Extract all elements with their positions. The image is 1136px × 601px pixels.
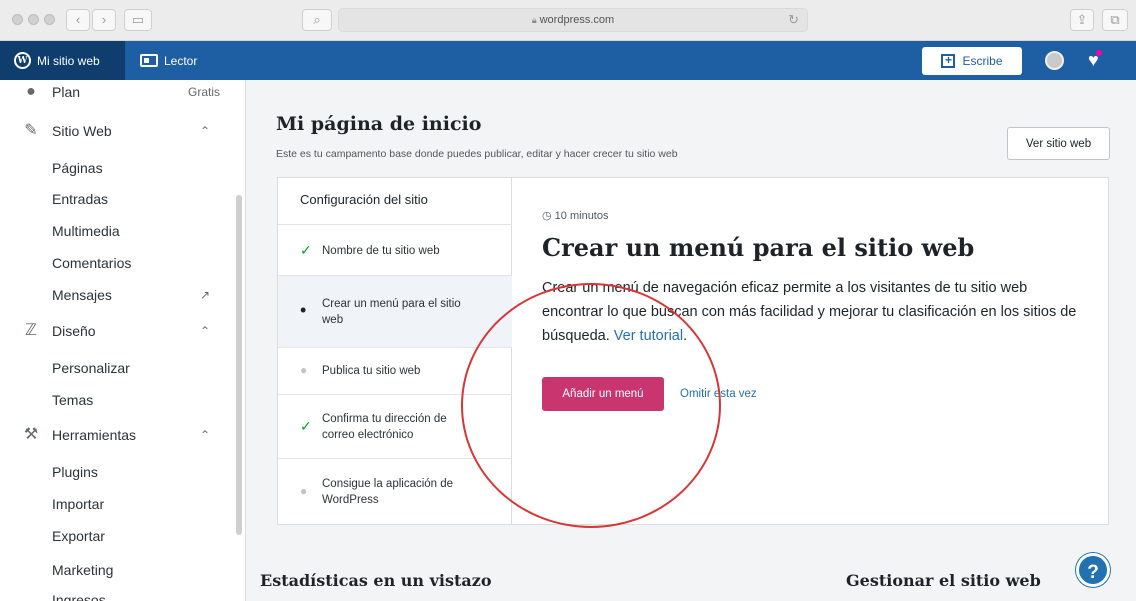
skip-link[interactable]: Omitir esta vez [680, 388, 757, 400]
sidebar-item-plan[interactable]: ● Plan Gratis [0, 80, 236, 108]
view-site-button[interactable]: Ver sitio web [1007, 127, 1110, 160]
sidebar-item-design[interactable]: ℤ Diseño ⌃ [0, 315, 236, 347]
task-detail: ◷ 10 minutos Crear un menú para el sitio… [513, 178, 1108, 524]
tabs-icon[interactable]: ⧉ [1102, 9, 1128, 31]
write-button[interactable]: + Escribe [922, 47, 1022, 75]
sidebar-item-messages[interactable]: Mensajes ↗ [0, 279, 236, 311]
sidebar-item-site[interactable]: ✎ Sitio Web ⌃ [0, 115, 236, 147]
avatar[interactable] [1045, 51, 1064, 70]
sidebar-item-comments[interactable]: Comentarios [52, 255, 131, 271]
sidebar-item-pages[interactable]: Páginas [52, 160, 103, 176]
task-label: Crear un menú para el sitio web [322, 298, 461, 326]
sidebar-item-export[interactable]: Exportar [52, 528, 105, 544]
sidebar-item-tools[interactable]: ⚒ Herramientas ⌃ [0, 419, 236, 451]
task-label: Confirma tu dirección de correo electrón… [322, 413, 447, 441]
sidebar-item-earn[interactable]: Ingresos [52, 592, 106, 601]
sidebar-item-label: Mensajes [52, 287, 112, 303]
task-label: Consigue la aplicación de WordPress [322, 478, 454, 506]
checkmark-icon: ✓ [300, 418, 312, 434]
clock-icon: ◷ [542, 210, 552, 222]
design-icon: ℤ [25, 322, 37, 339]
help-button[interactable]: ? [1076, 553, 1110, 587]
tutorial-link[interactable]: Ver tutorial [614, 328, 683, 344]
task-item-site-name[interactable]: ✓ Nombre de tu sitio web [278, 224, 512, 275]
plan-icon: ● [26, 83, 36, 100]
reload-icon[interactable]: ↻ [788, 9, 799, 31]
sidebar: ● Plan Gratis ✎ Sitio Web ⌃ Páginas Entr… [0, 80, 246, 601]
task-item-get-app[interactable]: ● Consigue la aplicación de WordPress [278, 458, 512, 524]
checklist-heading: Configuración del sitio [300, 192, 428, 207]
sidebar-item-label: Diseño [52, 323, 96, 339]
maximize-window-icon[interactable] [44, 14, 55, 25]
sidebar-item-posts[interactable]: Entradas [52, 191, 108, 207]
main-content: Mi página de inicio Este es tu campament… [246, 80, 1136, 601]
my-site-button[interactable]: W Mi sitio web [0, 41, 125, 80]
stats-heading: Estadísticas en un vistazo [260, 571, 492, 590]
reader-icon [140, 54, 158, 67]
wordpress-logo-icon: W [14, 52, 31, 69]
new-post-icon: + [941, 54, 956, 68]
checkmark-icon: ✓ [300, 242, 312, 258]
checklist-card: Configuración del sitio ✓ Nombre de tu s… [277, 177, 1109, 525]
period: . [683, 328, 688, 344]
chevron-up-icon: ⌃ [200, 428, 211, 442]
lock-icon: 🔒︎ [531, 15, 537, 25]
reader-button[interactable]: Lector [140, 41, 220, 80]
sidebar-item-plugins[interactable]: Plugins [52, 464, 98, 480]
minimize-window-icon[interactable] [28, 14, 39, 25]
sidebar-item-media[interactable]: Multimedia [52, 223, 120, 239]
close-window-icon[interactable] [12, 14, 23, 25]
address-bar[interactable]: 🔒︎ wordpress.com ↻ [338, 8, 808, 32]
add-menu-button[interactable]: Añadir un menú [542, 377, 664, 411]
masterbar: W Mi sitio web Lector + Escribe ♥ [0, 41, 1136, 80]
task-item-create-menu[interactable]: • Crear un menú para el sitio web [278, 275, 512, 347]
search-icon[interactable]: ⌕ [302, 9, 332, 31]
sidebar-item-label: Herramientas [52, 427, 137, 443]
write-label: Escribe [962, 54, 1003, 68]
pending-dot-icon: ● [300, 363, 308, 377]
page-subtitle: Este es tu campamento base donde puedes … [276, 148, 678, 160]
task-item-confirm-email[interactable]: ✓ Confirma tu dirección de correo electr… [278, 394, 512, 458]
time-estimate-label: 10 minutos [554, 210, 609, 222]
notifications-icon[interactable]: ♥ [1088, 50, 1102, 70]
task-title: Crear un menú para el sitio web [542, 233, 975, 262]
task-list: Configuración del sitio ✓ Nombre de tu s… [278, 178, 512, 524]
sidebar-item-label: Sitio Web [52, 123, 112, 139]
forward-icon[interactable]: › [92, 9, 116, 31]
sidebar-scrollbar[interactable] [236, 195, 242, 535]
browser-toolbar: ‹ › ▭ ⌕ 🔒︎ wordpress.com ↻ ⇪ ⧉ [0, 0, 1136, 41]
task-item-publish[interactable]: ● Publica tu sitio web [278, 347, 512, 394]
task-label: Publica tu sitio web [322, 365, 421, 377]
time-estimate: ◷ 10 minutos [542, 209, 608, 222]
sidebar-item-marketing[interactable]: Marketing [52, 562, 113, 578]
back-icon[interactable]: ‹ [66, 9, 90, 31]
chevron-up-icon: ⌃ [200, 124, 211, 138]
external-link-icon: ↗ [200, 288, 211, 302]
pencil-icon: ✎ [24, 122, 38, 139]
tools-icon: ⚒ [23, 426, 39, 443]
chevron-up-icon: ⌃ [200, 324, 211, 338]
reader-label: Lector [164, 53, 198, 68]
url-text: wordpress.com [539, 14, 615, 26]
manage-site-heading: Gestionar el sitio web [846, 571, 1041, 590]
task-label: Nombre de tu sitio web [322, 245, 440, 257]
sidebar-item-customize[interactable]: Personalizar [52, 360, 130, 376]
current-bullet-icon: • [300, 300, 307, 320]
sidebar-icon[interactable]: ▭ [124, 9, 152, 31]
page-title: Mi página de inicio [276, 113, 482, 135]
sidebar-item-import[interactable]: Importar [52, 496, 104, 512]
task-description: Crear un menú de navegación eficaz permi… [542, 276, 1082, 348]
sidebar-item-label: Plan [52, 84, 81, 100]
plan-badge: Gratis [188, 85, 221, 99]
my-site-label: Mi sitio web [37, 53, 100, 68]
sidebar-item-themes[interactable]: Temas [52, 392, 93, 408]
share-icon[interactable]: ⇪ [1070, 9, 1094, 31]
pending-dot-icon: ● [300, 484, 308, 498]
